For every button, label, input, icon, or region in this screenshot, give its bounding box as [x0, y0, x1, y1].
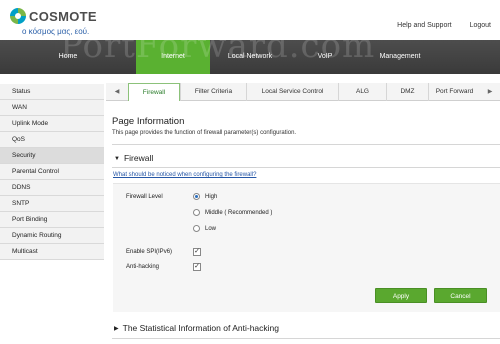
- triangle-right-icon: ▶: [114, 326, 119, 332]
- firewall-section-title: Firewall: [123, 153, 154, 163]
- anti-hacking-stats-section-header[interactable]: ▶ The Statistical Information of Anti-hac…: [114, 323, 279, 333]
- sidebar-item-multicast[interactable]: Multicast: [0, 244, 104, 260]
- brand-tagline: ο κόσμος μας, εού.: [22, 27, 90, 36]
- firewall-level-high-label: High: [205, 194, 218, 200]
- tab-filter-criteria[interactable]: Filter Criteria: [180, 83, 246, 101]
- sidebar-item-qos[interactable]: QoS: [0, 132, 104, 148]
- divider: [112, 167, 500, 168]
- help-and-support-link[interactable]: Help and Support: [397, 22, 451, 29]
- anti-hacking-label: Anti-hacking: [126, 264, 160, 270]
- top-links: Help and Support Logout: [381, 22, 491, 29]
- firewall-level-middle-label: Middle ( Recommended ): [205, 210, 273, 216]
- tab-dmz[interactable]: DMZ: [386, 83, 428, 101]
- brand-name: COSMOTE: [29, 9, 97, 24]
- nav-management[interactable]: Management: [360, 40, 440, 74]
- anti-hacking-checkbox[interactable]: ✓: [193, 263, 201, 271]
- tab-local-service-control[interactable]: Local Service Control: [246, 83, 338, 101]
- logout-link[interactable]: Logout: [470, 22, 491, 29]
- page-description: This page provides the function of firew…: [112, 130, 297, 136]
- anti-hacking-stats-title: The Statistical Information of Anti-hack…: [122, 323, 280, 333]
- sidebar-item-uplink-mode[interactable]: Uplink Mode: [0, 116, 104, 132]
- sidebar-item-dynamic-routing[interactable]: Dynamic Routing: [0, 228, 104, 244]
- enable-spi-checkbox[interactable]: ✓: [193, 248, 201, 256]
- triangle-down-icon: ▼: [114, 156, 120, 162]
- nav-voip[interactable]: VoIP: [290, 40, 360, 74]
- sidebar: Status WAN Uplink Mode QoS Security Pare…: [0, 84, 104, 260]
- firewall-level-label: Firewall Level: [126, 194, 163, 200]
- cancel-button[interactable]: Cancel: [434, 288, 487, 303]
- firewall-level-high-radio[interactable]: [193, 193, 200, 200]
- nav-home[interactable]: Home: [0, 40, 136, 74]
- page-title: Page Information: [112, 116, 185, 127]
- divider: [112, 144, 500, 145]
- tab-bar: ◀ Firewall Filter Criteria Local Service…: [106, 83, 500, 101]
- sidebar-item-sntp[interactable]: SNTP: [0, 196, 104, 212]
- nav-internet[interactable]: Internet: [136, 40, 210, 74]
- sidebar-item-port-binding[interactable]: Port Binding: [0, 212, 104, 228]
- cosmote-logo-icon: [10, 8, 26, 24]
- main-nav: Home Internet Local Network VoIP Managem…: [0, 40, 500, 74]
- tab-alg[interactable]: ALG: [338, 83, 386, 101]
- tab-firewall[interactable]: Firewall: [128, 83, 180, 101]
- apply-button[interactable]: Apply: [375, 288, 427, 303]
- tab-port-forward[interactable]: Port Forward: [428, 83, 480, 101]
- firewall-help-link[interactable]: What should be noticed when configuring …: [113, 172, 256, 178]
- tab-next-arrow-icon[interactable]: ▶: [480, 83, 500, 101]
- firewall-level-low-radio[interactable]: [193, 225, 200, 232]
- sidebar-item-wan[interactable]: WAN: [0, 100, 104, 116]
- firewall-section-header[interactable]: ▼ Firewall: [114, 153, 153, 163]
- sidebar-item-parental-control[interactable]: Parental Control: [0, 164, 104, 180]
- enable-spi-label: Enable SPI(IPv6): [126, 249, 173, 255]
- divider: [112, 338, 500, 339]
- firewall-level-low-label: Low: [205, 226, 217, 232]
- sidebar-item-security[interactable]: Security: [0, 148, 104, 164]
- firewall-level-middle-radio[interactable]: [193, 209, 200, 216]
- tab-prev-arrow-icon[interactable]: ◀: [106, 83, 128, 101]
- cosmote-logo: COSMOTE ο κόσμος μας, εού.: [10, 6, 100, 36]
- sidebar-item-status[interactable]: Status: [0, 84, 104, 100]
- nav-local-network[interactable]: Local Network: [210, 40, 290, 74]
- sidebar-item-ddns[interactable]: DDNS: [0, 180, 104, 196]
